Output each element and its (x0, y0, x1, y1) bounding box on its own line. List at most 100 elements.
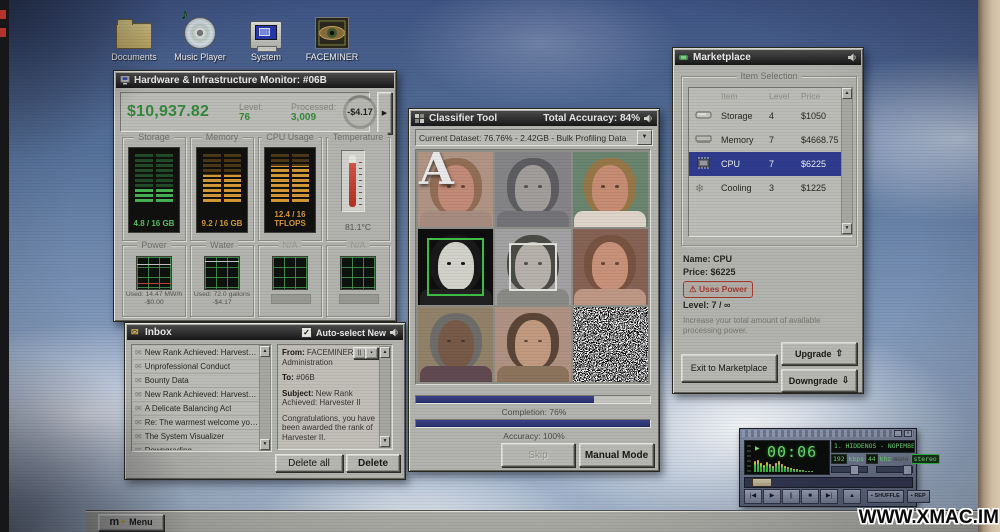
delete-all-button[interactable]: Delete all (275, 454, 343, 472)
face-image-noise-static[interactable] (573, 307, 648, 382)
cost-rate-gauge: -$4.17 (343, 95, 377, 129)
upgrade-button[interactable]: Upgrade⇧ (781, 342, 857, 365)
volume-slider[interactable] (831, 466, 868, 473)
red-indicator (0, 10, 6, 19)
menu-button[interactable]: m✦ Menu (98, 514, 164, 531)
gauge-bar-column (292, 154, 310, 202)
envelope-icon: ✉ (135, 418, 142, 427)
desktop-icon-system[interactable]: System (233, 13, 299, 62)
market-item-cooling[interactable]: ❄Cooling3$1225 (689, 176, 851, 200)
meter-chart (340, 256, 376, 290)
spectrum-analyzer (754, 460, 813, 472)
scroll-up-icon[interactable]: ▲ (260, 346, 270, 357)
desktop-icon-faceminer[interactable]: FACEMINER (299, 13, 365, 62)
stop-icon[interactable]: ■ (801, 489, 819, 504)
inbox-message-row[interactable]: ✉New Rank Achieved: Harveste... (133, 346, 260, 360)
stereo-indicator: stereo (911, 454, 940, 464)
gauge-bar-column (271, 154, 289, 202)
shuffle-button[interactable]: ▪ SHUFFLE (867, 490, 904, 503)
prev-icon[interactable]: |◀ (744, 489, 762, 504)
chevron-down-icon[interactable]: ▼ (637, 130, 652, 145)
inbox-list-scrollbar[interactable]: ▲ ▼ (259, 345, 271, 451)
manual-mode-button[interactable]: Manual Mode (579, 443, 654, 467)
hardware-monitor-titlebar[interactable]: Hardware & Infrastructure Monitor: #06B (116, 73, 394, 88)
face-image-woman-warm-tint[interactable] (573, 229, 648, 304)
market-item-memory[interactable]: Memory7$4668.75 (689, 128, 851, 152)
gauge-storage: Storage4.8 / 16 GB (122, 137, 186, 241)
inbox-message-row[interactable]: ✉Re: The warmest welcome you'r... (133, 416, 260, 430)
play-icon[interactable]: ▶ (763, 489, 781, 504)
scroll-down-icon[interactable]: ▼ (260, 439, 270, 450)
system-icon (250, 21, 282, 49)
message-subject-text: Re: The warmest welcome you'r... (145, 418, 258, 427)
item-level: 7 (769, 159, 801, 169)
expand-button[interactable]: ▶ (377, 92, 392, 134)
skip-button[interactable]: Skip (501, 443, 575, 467)
gauge-bars (271, 154, 309, 202)
classifier-titlebar[interactable]: Classifier Tool Total Accuracy: 84% (411, 111, 657, 126)
monitor-left-edge (0, 0, 9, 532)
repeat-button[interactable]: ▪ REP (907, 490, 930, 503)
gauge-temperature: Temperature81.1°C (326, 137, 390, 241)
transport-controls: |◀▶||■▶|▲▪ SHUFFLE▪ REP (744, 489, 923, 504)
message-scrollbar[interactable]: ▲ ▼ (379, 346, 391, 448)
color-tint-overlay (418, 307, 493, 382)
player-titlebar[interactable]: _ ✕ (742, 430, 914, 437)
column-level: Level (769, 91, 801, 101)
face-image-woman-grayscale[interactable] (495, 152, 570, 227)
face-image-woman-red-tint[interactable]: A (418, 152, 493, 227)
pause-icon[interactable]: || (782, 489, 800, 504)
marketplace-titlebar[interactable]: Marketplace (675, 50, 861, 65)
delete-button[interactable]: Delete (346, 454, 400, 472)
taskbar: m✦ Menu (86, 511, 978, 532)
next-icon[interactable]: ▶| (820, 489, 838, 504)
down-arrow-icon: ⇩ (842, 375, 850, 386)
face-image-man-highcontrast[interactable] (418, 229, 493, 304)
minimize-icon[interactable]: _ (894, 430, 902, 437)
scroll-down-icon[interactable]: ▼ (842, 223, 852, 234)
message-detail-pane: From: FACEMINER Administration To: #06B … (277, 344, 393, 450)
gauge-reading: 9.2 / 16 GB (199, 219, 245, 228)
eject-icon[interactable]: ▲ (843, 489, 861, 504)
face-image-man-grayscale[interactable] (495, 229, 570, 304)
downgrade-button[interactable]: Downgrade⇩ (781, 369, 857, 392)
thermometer-tube (349, 155, 356, 207)
seek-handle[interactable] (752, 478, 772, 487)
inbox-message-row[interactable]: ✉New Rank Achieved: Harvester I (133, 388, 260, 402)
face-image-woman-teal-bg[interactable] (573, 152, 648, 227)
exit-marketplace-button[interactable]: Exit to Marketplace (681, 354, 777, 382)
speaker-icon[interactable] (644, 114, 653, 123)
inbox-message-row[interactable]: ✉Unprofessional Conduct (133, 360, 260, 374)
clutterbar[interactable] (747, 443, 751, 472)
scroll-up-icon[interactable]: ▲ (380, 347, 390, 358)
inbox-message-row[interactable]: ✉Bounty Data (133, 374, 260, 388)
inbox-message-list: ✉New Rank Achieved: Harveste...✉Unprofes… (131, 344, 272, 452)
balance-slider[interactable] (876, 466, 913, 473)
scroll-down-icon[interactable]: ▼ (380, 436, 390, 447)
inbox-message-row[interactable]: ✉Downgrading (133, 444, 260, 450)
inbox-message-row[interactable]: ✉A Delicate Balancing Act (133, 402, 260, 416)
close-icon[interactable]: ✕ (904, 430, 912, 437)
market-list-scrollbar[interactable]: ▲ ▼ (841, 87, 853, 235)
scroll-up-icon[interactable]: ▲ (842, 88, 852, 99)
inbox-titlebar[interactable]: ✉ Inbox ✓ Auto-select New (127, 325, 403, 340)
inbox-message-row[interactable]: ✉The System Visualizer (133, 430, 260, 444)
speaker-icon[interactable] (848, 53, 857, 62)
seek-bar[interactable] (744, 477, 913, 488)
marketplace-icon (679, 53, 689, 62)
dataset-dropdown[interactable]: Current Dataset: 76.76% - 2.42GB - Bulk … (415, 129, 653, 146)
crt-scene: Documents ♪ Music Player System FACEMINE… (0, 0, 1000, 532)
meter-label: N/A (346, 240, 369, 250)
cpu-icon (695, 157, 721, 171)
market-item-cpu[interactable]: CPU7$6225 (689, 152, 851, 176)
desktop-icon-documents[interactable]: Documents (101, 13, 167, 62)
auto-select-checkbox[interactable]: ✓ (301, 327, 312, 338)
market-item-storage[interactable]: Storage4$1050 (689, 104, 851, 128)
face-image-older-woman[interactable] (418, 307, 493, 382)
face-image-smiling-woman[interactable] (495, 307, 570, 382)
desktop-icon-music-player[interactable]: ♪ Music Player (167, 13, 233, 62)
next-message-button[interactable]: ▪ (365, 347, 378, 359)
speaker-icon[interactable] (390, 328, 399, 337)
faceminer-eye-icon (315, 17, 349, 49)
storage-icon (695, 110, 721, 122)
